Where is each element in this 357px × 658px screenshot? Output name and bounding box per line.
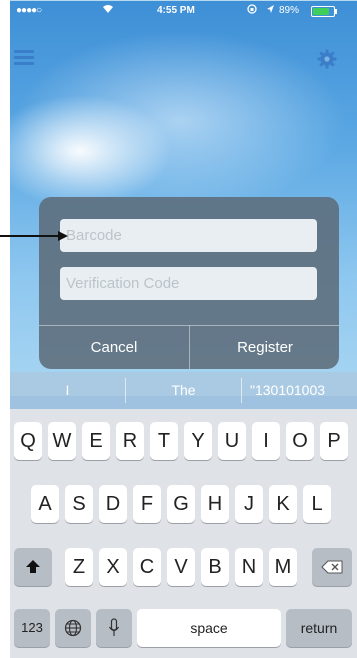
- key-s[interactable]: S: [65, 485, 93, 523]
- return-key[interactable]: return: [286, 609, 352, 647]
- key-u[interactable]: U: [218, 422, 246, 460]
- register-dialog: Cancel Register: [39, 197, 339, 369]
- suggestion-item[interactable]: "130101003: [242, 372, 357, 409]
- key-e[interactable]: E: [82, 422, 110, 460]
- key-h[interactable]: H: [201, 485, 229, 523]
- suggestion-item[interactable]: I: [10, 372, 125, 409]
- location-arrow-icon: [266, 4, 275, 17]
- key-d[interactable]: D: [99, 485, 127, 523]
- key-r[interactable]: R: [116, 422, 144, 460]
- key-t[interactable]: T: [150, 422, 178, 460]
- verification-code-input[interactable]: [60, 267, 317, 300]
- key-w[interactable]: W: [48, 422, 76, 460]
- status-time: 4:55 PM: [157, 5, 195, 16]
- barcode-input[interactable]: [60, 219, 317, 252]
- hamburger-menu-icon[interactable]: [14, 50, 34, 66]
- key-k[interactable]: K: [269, 485, 297, 523]
- battery-percent: 89%: [279, 5, 300, 16]
- key-f[interactable]: F: [133, 485, 161, 523]
- backspace-icon[interactable]: [312, 548, 352, 586]
- globe-icon[interactable]: [55, 609, 91, 647]
- key-z[interactable]: Z: [65, 548, 93, 586]
- suggestion-item[interactable]: The: [126, 372, 241, 409]
- key-v[interactable]: V: [167, 548, 195, 586]
- key-c[interactable]: C: [133, 548, 161, 586]
- cancel-button[interactable]: Cancel: [39, 326, 189, 369]
- key-j[interactable]: J: [235, 485, 263, 523]
- key-b[interactable]: B: [201, 548, 229, 586]
- microphone-icon[interactable]: [96, 609, 132, 647]
- numbers-key[interactable]: 123: [14, 609, 50, 647]
- key-p[interactable]: P: [320, 422, 348, 460]
- key-a[interactable]: A: [31, 485, 59, 523]
- battery-icon: [311, 6, 337, 17]
- status-bar: ●●●●○ 4:55 PM 89%: [10, 0, 357, 22]
- key-n[interactable]: N: [235, 548, 263, 586]
- shift-arrow-icon[interactable]: [14, 548, 52, 586]
- key-m[interactable]: M: [269, 548, 297, 586]
- key-g[interactable]: G: [167, 485, 195, 523]
- register-button[interactable]: Register: [190, 326, 340, 369]
- gear-icon[interactable]: [317, 49, 337, 69]
- space-key[interactable]: space: [137, 609, 281, 647]
- annotation-arrow: [0, 231, 68, 241]
- phone-screen: ●●●●○ 4:55 PM 89% Barcode Verification C…: [10, 0, 357, 658]
- suggestion-bar: I The "130101003: [10, 372, 357, 409]
- key-o[interactable]: O: [286, 422, 314, 460]
- key-l[interactable]: L: [303, 485, 331, 523]
- rotation-lock-icon: [247, 4, 257, 17]
- key-i[interactable]: I: [252, 422, 280, 460]
- key-x[interactable]: X: [99, 548, 127, 586]
- wifi-icon: [102, 4, 114, 17]
- key-q[interactable]: Q: [14, 422, 42, 460]
- signal-strength-icon: ●●●●○: [16, 5, 42, 16]
- key-y[interactable]: Y: [184, 422, 212, 460]
- keyboard: Q W E R T Y U I O P A S D F G H J K L Z: [10, 409, 357, 658]
